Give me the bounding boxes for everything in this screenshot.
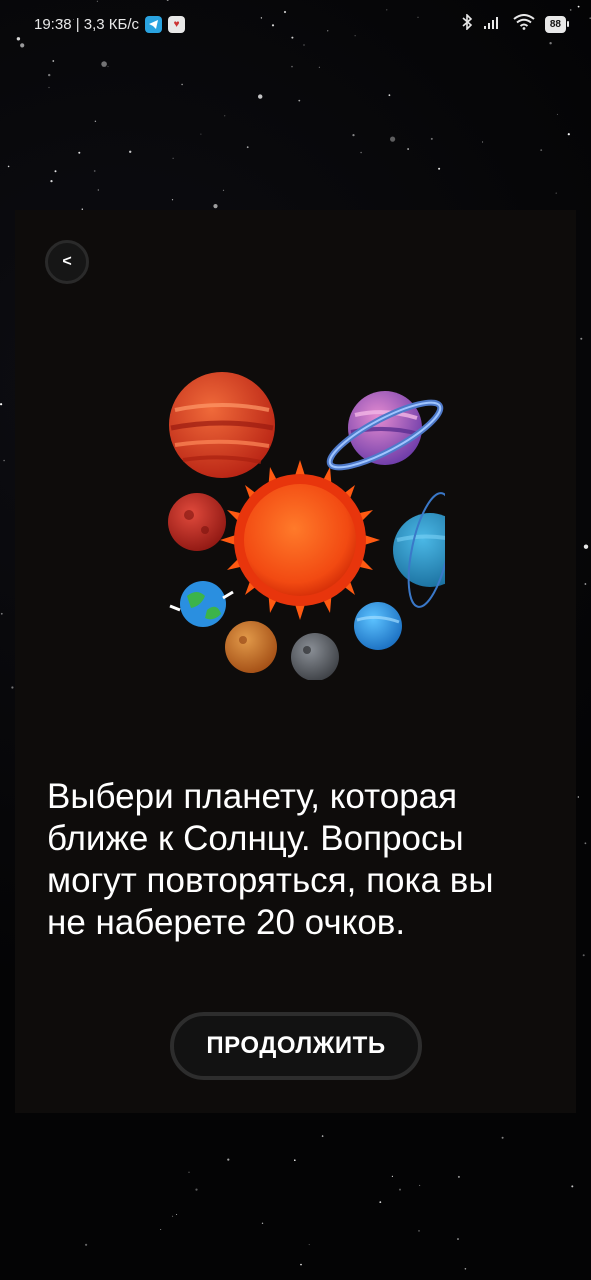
sun	[220, 460, 380, 620]
star	[261, 1222, 264, 1225]
star	[438, 167, 441, 170]
notification-app-icon: ♥	[168, 16, 186, 33]
star	[7, 165, 10, 168]
star	[11, 686, 14, 689]
star	[419, 1184, 421, 1186]
star	[78, 151, 81, 154]
star	[176, 1214, 178, 1215]
status-right: 88	[461, 13, 569, 34]
star	[584, 583, 587, 585]
star	[54, 170, 57, 173]
star	[379, 1201, 382, 1203]
signal-bars-icon	[483, 15, 503, 33]
star	[391, 1175, 393, 1177]
earth	[169, 581, 234, 627]
star	[172, 157, 174, 159]
star	[52, 60, 55, 62]
star	[571, 1185, 574, 1188]
star	[457, 1238, 459, 1240]
mars	[168, 493, 226, 551]
back-arrow-icon: <	[62, 253, 72, 270]
solar-system-illustration	[168, 372, 445, 680]
star	[388, 94, 391, 97]
jupiter	[169, 372, 275, 478]
star	[160, 1229, 162, 1230]
star	[97, 189, 99, 191]
star	[577, 796, 579, 798]
status-bar: 19:38 | 3,3 КБ/с ♥ 88	[0, 0, 591, 52]
question-text: Выбери планету, которая ближе к Солнцу. …	[47, 777, 494, 942]
star	[308, 1244, 310, 1246]
star	[48, 86, 50, 89]
star	[294, 1159, 296, 1161]
back-button[interactable]: <	[45, 240, 89, 284]
mercury	[291, 633, 339, 680]
time-and-speed: 19:38 | 3,3 КБ/с	[34, 16, 140, 33]
star	[48, 73, 51, 77]
wifi-icon	[513, 14, 535, 34]
star	[291, 65, 293, 68]
screen: 19:38 | 3,3 КБ/с ♥ 88 < Выбери планету, …	[0, 0, 591, 1280]
star	[3, 459, 5, 462]
star	[360, 151, 362, 154]
star	[172, 1215, 174, 1217]
star	[352, 134, 355, 137]
star	[101, 61, 107, 67]
venus	[225, 621, 277, 673]
star	[171, 199, 174, 201]
star	[407, 148, 409, 150]
star	[464, 1268, 467, 1270]
star	[583, 544, 589, 549]
star	[418, 1230, 420, 1232]
star	[399, 1188, 401, 1191]
star	[540, 149, 543, 152]
star	[195, 1188, 198, 1191]
star	[318, 66, 320, 68]
telegram-icon	[145, 16, 163, 33]
star	[258, 94, 263, 99]
star	[321, 1135, 324, 1137]
star	[457, 1175, 460, 1178]
star	[298, 99, 301, 102]
quiz-card: < Выбери планету, которая ближе к Солнцу…	[15, 210, 576, 1113]
star	[93, 170, 96, 172]
star	[85, 1243, 88, 1246]
star	[390, 136, 396, 142]
neptune	[354, 602, 402, 650]
star	[580, 337, 583, 340]
battery-level: 88	[544, 15, 566, 33]
star	[582, 954, 585, 957]
star	[556, 113, 558, 115]
star	[584, 842, 587, 845]
star	[188, 1171, 190, 1173]
uranus	[393, 492, 445, 608]
star	[555, 192, 557, 194]
star	[501, 1136, 504, 1139]
star	[0, 403, 3, 406]
star	[227, 1158, 230, 1161]
star	[181, 83, 183, 86]
star	[50, 180, 53, 183]
status-left: 19:38 | 3,3 КБ/с ♥	[34, 16, 186, 33]
bluetooth-icon	[461, 13, 473, 34]
star	[430, 137, 433, 140]
star	[107, 66, 109, 68]
continue-button[interactable]: ПРОДОЛЖИТЬ	[170, 1012, 422, 1080]
battery-indicator: 88	[544, 15, 569, 33]
star	[224, 115, 226, 117]
star	[200, 133, 202, 135]
star	[300, 1263, 302, 1266]
star	[213, 204, 218, 209]
star	[94, 120, 97, 123]
star	[567, 133, 570, 136]
star	[246, 146, 249, 149]
star	[482, 141, 484, 143]
star	[222, 189, 225, 191]
star	[129, 150, 132, 153]
saturn	[326, 391, 444, 471]
star	[0, 612, 3, 615]
